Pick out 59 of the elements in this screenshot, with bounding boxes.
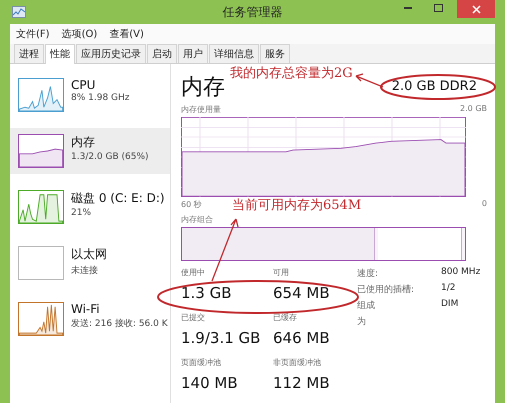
menu-item[interactable]: 文件(F) bbox=[16, 27, 50, 41]
stat-label: 可用 bbox=[273, 267, 290, 278]
resource-item[interactable]: 内存 1.3/2.0 GB (65%) bbox=[10, 128, 170, 174]
graph-max-label: 2.0 GB bbox=[460, 104, 487, 115]
stat-value: 646 MB bbox=[273, 329, 330, 347]
detail-label: 速度: bbox=[357, 268, 380, 280]
menu-item[interactable]: 选项(O) bbox=[62, 27, 98, 41]
close-icon bbox=[472, 4, 480, 14]
resource-name: CPU bbox=[71, 78, 96, 92]
graph-label: 内存使用量 bbox=[181, 104, 221, 115]
resource-detail: 21% bbox=[71, 208, 92, 218]
stat-value: 112 MB bbox=[273, 374, 330, 392]
stat-label: 使用中 bbox=[181, 267, 206, 278]
resource-item[interactable]: 磁盘 0 (C: E: D:) 21% bbox=[10, 184, 170, 230]
tab[interactable]: 进程 bbox=[14, 44, 44, 63]
section-title: 内存 bbox=[181, 74, 225, 102]
resource-detail: 发送: 216 接收: 56.0 K bbox=[71, 318, 166, 330]
resource-name: 以太网 bbox=[71, 246, 107, 263]
stat-value: 1.3 GB bbox=[181, 284, 233, 302]
resource-item[interactable]: 以太网 未连接 bbox=[10, 240, 170, 286]
annotation-text: 我的内存总容量为2G bbox=[230, 65, 353, 82]
annotation-text: 当前可用内存为654M bbox=[232, 197, 362, 214]
tab[interactable]: 用户 bbox=[178, 44, 208, 63]
capacity-text: 2.0 GB DDR2 bbox=[392, 79, 477, 94]
window-title: 任务管理器 bbox=[222, 4, 282, 20]
time-end-label: 0 bbox=[482, 199, 487, 210]
maximize-icon bbox=[434, 4, 442, 12]
detail-label: 为 bbox=[357, 316, 367, 328]
stat-value: 654 MB bbox=[273, 284, 330, 302]
stat-label: 已提交 bbox=[181, 312, 206, 323]
resource-item[interactable]: Wi-Fi 发送: 216 接收: 56.0 K bbox=[10, 296, 170, 342]
tab[interactable]: 启动 bbox=[147, 44, 177, 63]
detail-label: 组成 bbox=[357, 300, 376, 312]
minimize-icon bbox=[404, 7, 412, 9]
stat-value: 1.9/3.1 GB bbox=[181, 329, 262, 347]
detail-value: DIM bbox=[441, 299, 458, 311]
tab[interactable]: 详细信息 bbox=[209, 44, 259, 63]
tab[interactable]: 性能 bbox=[45, 44, 75, 64]
detail-value: 800 MHz bbox=[441, 267, 480, 279]
app-icon bbox=[12, 6, 26, 18]
resource-detail: 1.3/2.0 GB (65%) bbox=[71, 152, 149, 162]
close-button[interactable] bbox=[457, 0, 495, 18]
resource-name: 内存 bbox=[71, 134, 96, 151]
resource-item[interactable]: CPU 8% 1.98 GHz bbox=[10, 72, 170, 118]
stat-label: 已缓存 bbox=[273, 312, 298, 323]
resource-detail: 未连接 bbox=[71, 264, 99, 277]
resource-name: Wi-Fi bbox=[71, 302, 101, 316]
resource-detail: 8% 1.98 GHz bbox=[71, 93, 130, 103]
detail-value: 1/2 bbox=[441, 283, 456, 295]
stat-value: 140 MB bbox=[181, 374, 239, 392]
tab[interactable]: 应用历史记录 bbox=[76, 44, 146, 63]
composition-label: 内存组合 bbox=[181, 214, 214, 225]
menu-item[interactable]: 查看(V) bbox=[109, 27, 144, 41]
resource-name: 磁盘 0 (C: E: D:) bbox=[71, 190, 165, 207]
time-start-label: 60 秒 bbox=[181, 199, 202, 210]
stat-label: 页面缓冲池 bbox=[181, 357, 222, 368]
stat-label: 非页面缓冲池 bbox=[273, 357, 322, 368]
tab[interactable]: 服务 bbox=[260, 44, 290, 63]
detail-label: 已使用的插槽: bbox=[357, 284, 416, 296]
